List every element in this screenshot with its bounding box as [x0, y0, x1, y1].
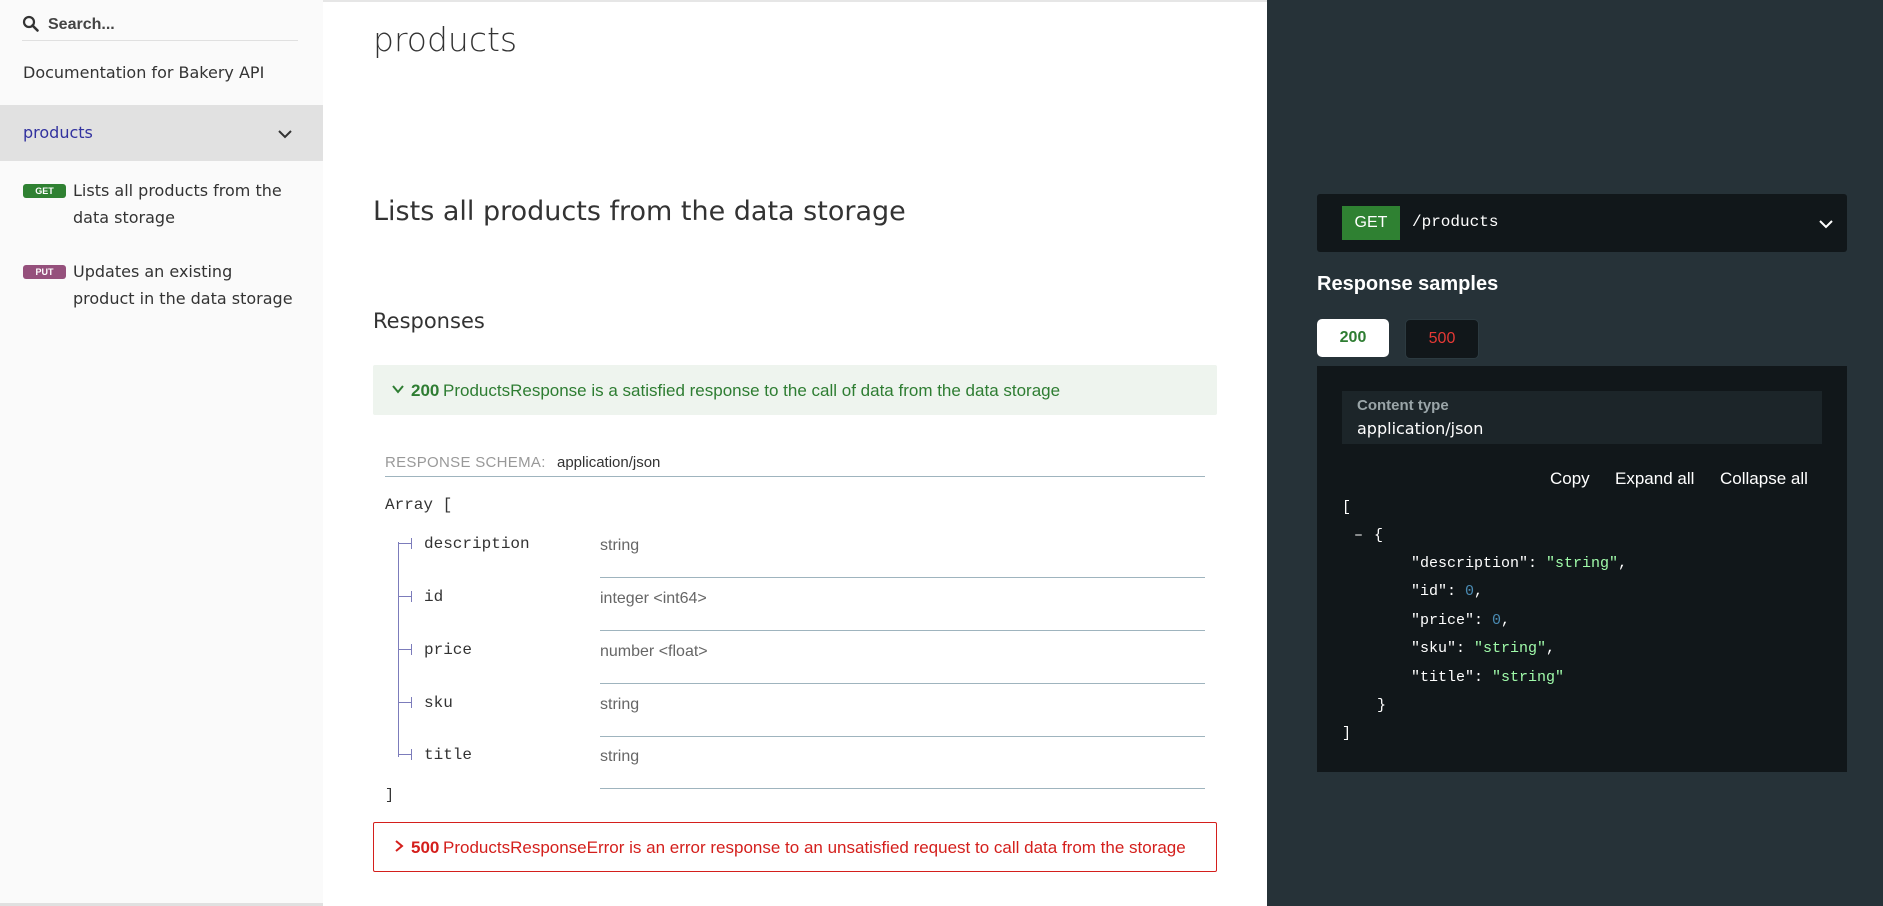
json-open-bracket: [: [1342, 499, 1352, 516]
array-close: ]: [385, 787, 395, 804]
response-500-toggle[interactable]: 500 ProductsResponseError is an error re…: [373, 822, 1217, 872]
json-collapse-toggle[interactable]: –: [1354, 527, 1363, 544]
field-name: id: [424, 588, 444, 606]
sidebar-item-label: Updates an existing product in the data …: [73, 262, 293, 308]
field-type: integer <int64>: [600, 590, 707, 607]
get-method-badge: GET: [23, 184, 66, 198]
response-schema-header: RESPONSE SCHEMA: application/json: [385, 452, 1205, 477]
search-icon: [22, 15, 39, 32]
schema-field: title string: [385, 746, 1205, 798]
chevron-right-icon: [395, 840, 404, 852]
collapse-all-button[interactable]: Collapse all: [1720, 469, 1808, 489]
schema-field: description string: [385, 535, 1205, 587]
response-code: 200: [411, 381, 440, 400]
endpoint-path: /products: [1412, 213, 1499, 231]
schema-field: id integer <int64>: [385, 588, 1205, 640]
endpoint-toggle[interactable]: GET /products: [1317, 194, 1847, 252]
section-title: products: [373, 20, 518, 59]
put-method-badge: PUT: [23, 265, 66, 279]
search-box: [22, 10, 298, 41]
field-type: number <float>: [600, 643, 708, 660]
json-line: "id": 0,: [1411, 583, 1484, 600]
sidebar: Documentation for Bakery API products GE…: [0, 0, 323, 906]
json-line: "description": "string",: [1411, 555, 1628, 572]
field-type: string: [600, 748, 640, 765]
get-method-badge: GET: [1342, 206, 1400, 240]
array-open: Array [: [385, 496, 453, 514]
content-type-value: application/json: [1357, 419, 1484, 438]
response-description: ProductsResponseError is an error respon…: [443, 838, 1186, 857]
schema-field: sku string: [385, 694, 1205, 746]
operation-title: Lists all products from the data storage: [373, 196, 906, 227]
chevron-down-icon: [1819, 220, 1833, 229]
schema-field: price number <float>: [385, 641, 1205, 693]
json-line: "sku": "string",: [1411, 640, 1556, 657]
tab-200[interactable]: 200: [1317, 319, 1389, 357]
content-type-label: Content type: [1357, 397, 1449, 414]
sidebar-item-list-products[interactable]: GET Lists all products from the data sto…: [0, 181, 323, 241]
json-line: "title": "string": [1411, 669, 1565, 686]
field-name: title: [424, 746, 473, 764]
response-sample-panel: Content type application/json Copy Expan…: [1317, 366, 1847, 772]
sidebar-item-label: Lists all products from the data storage: [73, 181, 282, 227]
schema-content-type: application/json: [557, 454, 661, 471]
field-name: description: [424, 535, 530, 553]
search-input[interactable]: [48, 14, 293, 36]
json-close-bracket: ]: [1342, 725, 1352, 742]
sidebar-item-update-product[interactable]: PUT Updates an existing product in the d…: [0, 262, 323, 324]
response-code: 500: [411, 838, 440, 857]
sidebar-group-label: products: [23, 123, 93, 142]
field-type: string: [600, 696, 640, 713]
schema-label: RESPONSE SCHEMA:: [385, 454, 546, 471]
response-description: ProductsResponse is a satisfied response…: [443, 381, 1061, 400]
json-open-brace: {: [1374, 527, 1384, 544]
top-divider: [323, 0, 1267, 2]
expand-all-button[interactable]: Expand all: [1615, 469, 1694, 489]
json-close-brace: }: [1377, 697, 1387, 714]
chevron-down-icon[interactable]: [276, 125, 294, 143]
field-name: sku: [424, 694, 453, 712]
field-name: price: [424, 641, 473, 659]
tab-500[interactable]: 500: [1405, 319, 1479, 359]
content-type-selector[interactable]: Content type application/json: [1342, 391, 1822, 444]
sidebar-group-products[interactable]: products: [0, 105, 323, 161]
response-samples-title: Response samples: [1317, 273, 1499, 295]
chevron-down-icon: [392, 385, 404, 394]
responses-heading: Responses: [373, 309, 485, 333]
copy-button[interactable]: Copy: [1550, 469, 1590, 489]
response-200-toggle[interactable]: 200 ProductsResponse is a satisfied resp…: [373, 365, 1217, 415]
field-type: string: [600, 537, 640, 554]
json-line: "price": 0,: [1411, 612, 1511, 629]
doc-title-link[interactable]: Documentation for Bakery API: [23, 63, 264, 82]
